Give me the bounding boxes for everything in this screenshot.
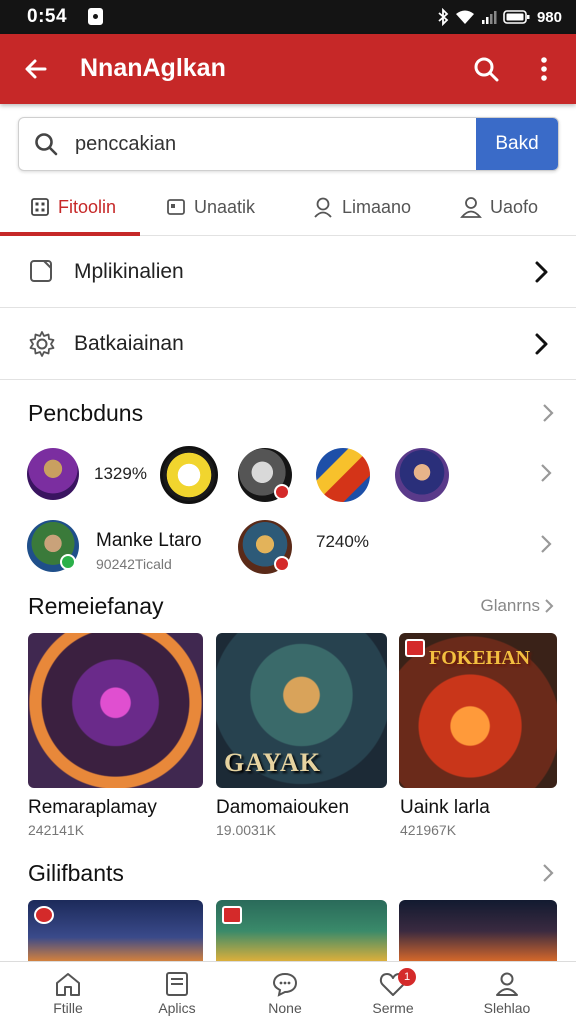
nav-label: Aplics: [158, 1000, 196, 1016]
chat-icon: [272, 972, 298, 997]
user-icon: [460, 197, 482, 218]
search-submit-button[interactable]: Bakd: [476, 118, 558, 170]
bluetooth-icon: [438, 8, 449, 26]
card-icon: [167, 199, 185, 215]
more-vert-icon: [541, 57, 547, 81]
nav-chat[interactable]: None: [240, 962, 330, 1024]
chevron-right-icon[interactable]: [540, 463, 552, 483]
chevron-right-icon[interactable]: [540, 534, 552, 554]
notification-icon: [88, 8, 103, 25]
menu-row-applications[interactable]: Mplikinalien: [0, 236, 576, 308]
app-bar: NnanAglkan: [0, 34, 576, 104]
game-card-image[interactable]: FOKEHAN: [399, 633, 557, 788]
search-button[interactable]: [468, 51, 504, 87]
avatar[interactable]: [316, 448, 370, 502]
search-input[interactable]: [75, 118, 475, 170]
menu-row-settings[interactable]: Batkaiainan: [0, 308, 576, 380]
game-card-image[interactable]: [28, 633, 203, 788]
gift-card-image[interactable]: [399, 900, 557, 962]
nav-profile[interactable]: Slehlao: [462, 962, 552, 1024]
chevron-right-icon[interactable]: [542, 403, 554, 423]
game-tag-icon: [405, 639, 425, 657]
menu-row-label: Batkaiainan: [74, 331, 184, 355]
signal-icon: [481, 11, 497, 24]
tab-uaofo[interactable]: Uaofo: [460, 178, 538, 236]
tab-label: Fitoolin: [58, 196, 117, 217]
person-icon: [314, 197, 332, 218]
menu-row-label: Mplikinalien: [74, 259, 184, 283]
back-arrow-icon: [25, 59, 47, 79]
tab-bar: Fitoolin Unaatik Limaano Uaofo: [0, 178, 576, 236]
home-icon: [56, 973, 80, 996]
game-card-count: 242141K: [28, 822, 85, 838]
chevron-right-icon[interactable]: [542, 863, 554, 883]
section-title-players: Pencbduns: [28, 400, 144, 426]
apps-icon: [166, 972, 188, 996]
stat-percentage: 7240%: [316, 532, 369, 551]
more-options-button[interactable]: [528, 51, 560, 87]
chevron-right-icon: [535, 333, 548, 355]
nav-label: None: [268, 1000, 302, 1016]
nav-home[interactable]: Ftille: [23, 962, 113, 1024]
tab-fitoolin[interactable]: Fitoolin: [30, 178, 116, 236]
bottom-navigation: Ftille Aplics None Serme 1 Slehlao: [0, 961, 576, 1024]
search-icon: [474, 57, 499, 82]
page-title: NnanAglkan: [80, 54, 226, 82]
avatar[interactable]: [160, 446, 218, 504]
nav-apps[interactable]: Aplics: [132, 962, 222, 1024]
tab-label: Unaatik: [194, 196, 256, 217]
live-badge: [274, 556, 290, 572]
status-bar: 0:54 980: [0, 0, 576, 34]
chevron-right-icon: [545, 599, 554, 613]
battery-icon: [503, 10, 530, 24]
game-card-title[interactable]: Damomaiouken: [216, 797, 349, 819]
tab-unaatik[interactable]: Unaatik: [166, 178, 255, 236]
tab-limaano[interactable]: Limaano: [312, 178, 411, 236]
gift-card-image[interactable]: [216, 900, 387, 962]
game-tag-icon: [34, 906, 54, 924]
app-icon: [30, 260, 52, 282]
game-card-count: 19.0031K: [216, 822, 276, 838]
see-all-label: Glanrns: [480, 596, 540, 615]
tab-label: Limaano: [342, 196, 412, 217]
game-card-count: 421967K: [400, 822, 457, 838]
see-all-link[interactable]: Glanrns: [480, 596, 554, 616]
online-badge: [60, 554, 76, 570]
avatar[interactable]: [395, 448, 449, 502]
game-card-logo-text: FOKEHAN: [429, 647, 531, 669]
chevron-right-icon: [535, 261, 548, 283]
player-subtitle: 90242Ticald: [96, 556, 172, 572]
nav-favorites[interactable]: Serme 1: [348, 962, 438, 1024]
live-badge: [274, 484, 290, 500]
status-indicators: 980: [437, 6, 562, 28]
avatar[interactable]: [27, 448, 79, 500]
nav-label: Slehlao: [483, 1000, 531, 1016]
game-card-title[interactable]: Uaink larla: [400, 797, 490, 819]
gift-card-image[interactable]: [28, 900, 203, 962]
section-title-gifts: Gilifbants: [28, 860, 124, 886]
game-card-title[interactable]: Remaraplamay: [28, 797, 157, 819]
search-icon: [35, 133, 58, 156]
wifi-icon: [455, 10, 474, 24]
stat-percentage: 1329%: [94, 464, 147, 483]
nav-label: Ftille: [53, 1000, 83, 1016]
battery-level: 980: [536, 8, 562, 26]
status-time: 0:54: [27, 6, 68, 27]
notification-badge: 1: [398, 968, 416, 986]
game-card-logo-text: GAYAK: [224, 748, 322, 777]
section-title-recommended: Remeiefanay: [28, 593, 164, 619]
nav-label: Serme: [372, 1000, 414, 1016]
grid-icon: [31, 198, 49, 216]
search-bar: Bakd: [18, 117, 559, 171]
back-button[interactable]: [18, 51, 54, 87]
game-card-image[interactable]: GAYAK: [216, 633, 387, 788]
tab-label: Uaofo: [490, 196, 539, 217]
profile-icon: [496, 972, 518, 996]
gear-icon: [29, 331, 55, 357]
player-name: Manke Ltaro: [96, 530, 202, 551]
game-tag-icon: [222, 906, 242, 924]
